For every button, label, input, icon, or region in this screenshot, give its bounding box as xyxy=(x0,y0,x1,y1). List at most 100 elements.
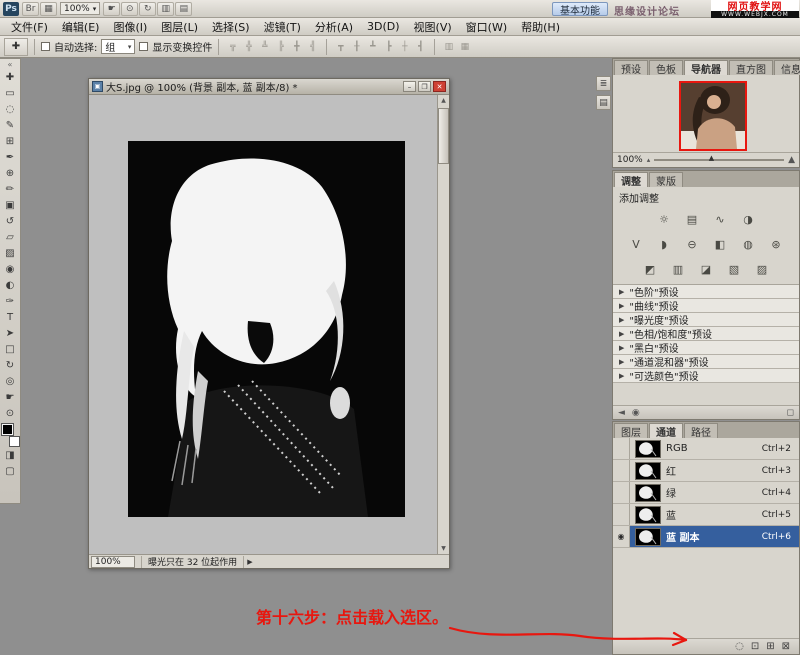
clone-stamp-tool[interactable]: ▣ xyxy=(1,197,20,213)
quick-mask-button[interactable]: ◨ xyxy=(1,447,20,463)
preset-group-row[interactable]: ▶ "曝光度"预设 xyxy=(613,313,799,327)
preset-group-row[interactable]: ▶ "可选颜色"预设 xyxy=(613,369,799,383)
threshold-icon[interactable]: ◪ xyxy=(696,261,716,279)
black-white-icon[interactable]: ◧ xyxy=(710,236,730,254)
marquee-tool[interactable]: ▭ xyxy=(1,85,20,101)
gradient-map-icon[interactable]: ▧ xyxy=(724,261,744,279)
rotate-view-icon[interactable]: ↻ xyxy=(139,2,156,16)
preset-group-row[interactable]: ▶ "色阶"预设 xyxy=(613,285,799,299)
menu-analysis[interactable]: 分析(A) xyxy=(308,19,360,35)
shape-tool[interactable]: □ xyxy=(1,341,20,357)
hand-tool[interactable]: ☛ xyxy=(1,389,20,405)
curves-icon[interactable]: ∿ xyxy=(710,211,730,229)
menu-filter[interactable]: 滤镜(T) xyxy=(257,19,308,35)
channel-row[interactable]: ◉ RGB Ctrl+2 xyxy=(613,438,799,460)
screen-mode-button[interactable]: ▢ xyxy=(1,463,20,479)
crop-tool[interactable]: ⊞ xyxy=(1,133,20,149)
healing-brush-tool[interactable]: ⊕ xyxy=(1,165,20,181)
delete-channel-button[interactable]: ⊠ xyxy=(782,641,790,652)
type-tool[interactable]: T xyxy=(1,309,20,325)
align-top-icon[interactable]: ╦ xyxy=(225,39,240,54)
distribute-left-icon[interactable]: ┣ xyxy=(381,39,396,54)
menu-edit[interactable]: 编辑(E) xyxy=(55,19,107,35)
3d-rotate-tool[interactable]: ↻ xyxy=(1,357,20,373)
new-channel-button[interactable]: ⊞ xyxy=(766,641,774,652)
color-balance-icon[interactable]: ⊖ xyxy=(682,236,702,254)
align-right-icon[interactable]: ╣ xyxy=(305,39,320,54)
align-bottom-icon[interactable]: ╩ xyxy=(257,39,272,54)
distribute-right-icon[interactable]: ┫ xyxy=(413,39,428,54)
move-tool[interactable]: ✚ xyxy=(1,69,20,85)
vertical-scrollbar[interactable]: ▲ ▼ xyxy=(437,95,449,554)
collapsed-history-panel-icon[interactable]: ≣ xyxy=(596,76,611,91)
visibility-toggle[interactable]: ◉ xyxy=(613,526,630,547)
view-extras-icon[interactable]: ▦ xyxy=(40,2,57,16)
navigator-zoom-value[interactable]: 100% xyxy=(617,155,643,165)
channel-row[interactable]: ◉ 蓝 Ctrl+5 xyxy=(613,504,799,526)
menu-image[interactable]: 图像(I) xyxy=(106,19,154,35)
menu-layer[interactable]: 图层(L) xyxy=(154,19,205,35)
channel-row[interactable]: ◉ 蓝 副本 Ctrl+6 xyxy=(613,526,799,548)
expand-triangle-icon[interactable]: ▶ xyxy=(619,288,624,296)
tab-histogram[interactable]: 直方图 xyxy=(729,60,773,75)
show-transform-checkbox[interactable] xyxy=(139,42,148,51)
arrange-documents-icon[interactable]: ▥ xyxy=(157,2,174,16)
menu-select[interactable]: 选择(S) xyxy=(205,19,257,35)
selective-color-icon[interactable]: ▨ xyxy=(752,261,772,279)
zoom-tool-icon[interactable]: ⊙ xyxy=(121,2,138,16)
path-selection-tool[interactable]: ➤ xyxy=(1,325,20,341)
invert-icon[interactable]: ◩ xyxy=(640,261,660,279)
eraser-tool[interactable]: ▱ xyxy=(1,229,20,245)
preset-group-row[interactable]: ▶ "色相/饱和度"预设 xyxy=(613,327,799,341)
preset-group-row[interactable]: ▶ "曲线"预设 xyxy=(613,299,799,313)
auto-align-layers-icon[interactable]: ▥ xyxy=(441,39,456,54)
vibrance-icon[interactable]: V xyxy=(626,236,646,254)
menu-window[interactable]: 窗口(W) xyxy=(459,19,514,35)
tab-info[interactable]: 信息 xyxy=(774,60,800,75)
status-options-icon[interactable]: ▶ xyxy=(247,558,252,566)
slider-thumb-icon[interactable]: ▲ xyxy=(709,154,714,162)
gradient-tool[interactable]: ▨ xyxy=(1,245,20,261)
brightness-contrast-icon[interactable]: ☼ xyxy=(654,211,674,229)
expand-triangle-icon[interactable]: ▶ xyxy=(619,302,624,310)
visibility-toggle[interactable]: ◉ xyxy=(613,504,630,525)
align-vcenter-icon[interactable]: ╬ xyxy=(241,39,256,54)
background-color-swatch[interactable] xyxy=(9,436,20,447)
document-canvas[interactable]: ▲ ▼ xyxy=(89,95,449,554)
navigator-thumbnail[interactable] xyxy=(679,81,747,151)
align-hcenter-icon[interactable]: ╋ xyxy=(289,39,304,54)
pen-tool[interactable]: ✑ xyxy=(1,293,20,309)
tab-adjustments[interactable]: 调整 xyxy=(614,172,648,187)
save-selection-as-channel-button[interactable]: ⊡ xyxy=(751,641,759,652)
toggle-3d-icon[interactable]: ▦ xyxy=(457,39,472,54)
expand-triangle-icon[interactable]: ▶ xyxy=(619,372,624,380)
zoom-in-icon[interactable]: ▲ xyxy=(788,155,795,165)
blur-tool[interactable]: ◉ xyxy=(1,261,20,277)
return-arrow-icon[interactable]: ◄ xyxy=(618,408,625,418)
hue-saturation-icon[interactable]: ◗ xyxy=(654,236,674,254)
eyedropper-tool[interactable]: ✒ xyxy=(1,149,20,165)
workspace-switcher-button[interactable]: 基本功能 xyxy=(552,2,608,16)
distribute-top-icon[interactable]: ┳ xyxy=(333,39,348,54)
menu-view[interactable]: 视图(V) xyxy=(407,19,459,35)
channel-row[interactable]: ◉ 红 Ctrl+3 xyxy=(613,460,799,482)
history-brush-tool[interactable]: ↺ xyxy=(1,213,20,229)
tab-presets[interactable]: 预设 xyxy=(614,60,648,75)
tab-masks[interactable]: 蒙版 xyxy=(649,172,683,187)
dodge-tool[interactable]: ◐ xyxy=(1,277,20,293)
expand-triangle-icon[interactable]: ▶ xyxy=(619,316,624,324)
zoom-tool[interactable]: ⊙ xyxy=(1,405,20,421)
menu-help[interactable]: 帮助(H) xyxy=(514,19,567,35)
posterize-icon[interactable]: ▥ xyxy=(668,261,688,279)
distribute-bottom-icon[interactable]: ┻ xyxy=(365,39,380,54)
distribute-hcenter-icon[interactable]: ┼ xyxy=(397,39,412,54)
scroll-down-icon[interactable]: ▼ xyxy=(438,543,449,554)
status-zoom-field[interactable]: 100% xyxy=(91,556,135,568)
toolbox-collapse-button[interactable]: « xyxy=(8,60,13,69)
expand-triangle-icon[interactable]: ▶ xyxy=(619,330,624,338)
tab-channels[interactable]: 通道 xyxy=(649,423,683,438)
channel-mixer-icon[interactable]: ⊛ xyxy=(766,236,786,254)
3d-orbit-tool[interactable]: ◎ xyxy=(1,373,20,389)
visibility-toggle[interactable]: ◉ xyxy=(613,482,630,503)
document-title-bar[interactable]: ▣ 大S.jpg @ 100% (背景 副本, 蓝 副本/8) * – ❐ ✕ xyxy=(89,79,449,95)
